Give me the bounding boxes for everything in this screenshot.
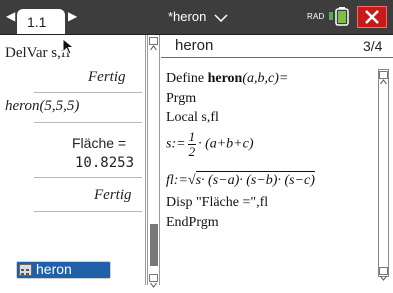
program-button[interactable]: heron xyxy=(16,261,111,279)
document-title[interactable]: *heron xyxy=(168,9,228,24)
chevron-down-icon xyxy=(214,14,228,22)
angle-mode-label: RAD xyxy=(307,12,325,21)
scroll-up-icon[interactable] xyxy=(379,71,388,85)
history-input: DelVar s,fl xyxy=(5,45,70,61)
code-line-define[interactable]: Define heron(a,b,c)= xyxy=(166,71,288,87)
code-line-s-assign[interactable]: s:= 1 2 · (a+b+c) xyxy=(166,130,254,159)
sqrt-icon: √ xyxy=(187,173,196,188)
close-button[interactable] xyxy=(357,6,387,28)
history-divider xyxy=(34,177,142,178)
cursor-icon xyxy=(62,38,75,55)
tab-left-arrow-icon[interactable]: ◀ xyxy=(6,10,15,22)
history-output: 10.8253 xyxy=(75,155,135,171)
scroll-down-icon[interactable] xyxy=(149,274,158,288)
editor-header: heron 3/4 xyxy=(161,35,393,58)
define-name: heron xyxy=(207,71,243,86)
code-line-endprgm[interactable]: EndPrgm xyxy=(166,215,219,231)
calculator-scrollbar[interactable] xyxy=(147,35,160,288)
close-icon xyxy=(365,10,379,24)
document-title-text: *heron xyxy=(168,9,207,24)
history-divider xyxy=(34,122,142,123)
history-input: heron(5,5,5) xyxy=(5,98,80,114)
tab-right-arrow-icon[interactable]: ▶ xyxy=(68,10,77,22)
program-name: heron xyxy=(175,37,214,54)
program-button-label: heron xyxy=(36,261,72,277)
battery-icon xyxy=(329,7,349,26)
top-bar: ◀ 1.1 ▶ *heron RAD xyxy=(0,0,393,35)
line-count: 3/4 xyxy=(363,38,383,54)
calculator-history[interactable]: DelVar s,fl Fertig heron(5,5,5) Fläche =… xyxy=(0,35,146,285)
scroll-down-icon[interactable] xyxy=(379,267,388,281)
scroll-up-icon[interactable] xyxy=(149,37,158,51)
history-divider xyxy=(34,211,142,212)
tab-page[interactable]: 1.1 xyxy=(17,9,65,34)
program-editor[interactable]: heron 3/4 Define heron(a,b,c)= Prgm Loca… xyxy=(161,35,393,285)
fraction: 12 xyxy=(187,129,197,159)
history-output: Fläche = xyxy=(72,135,127,151)
code-line-prgm[interactable]: Prgm xyxy=(166,91,196,107)
code-line-local[interactable]: Local s,fl xyxy=(166,110,219,126)
history-result: Fertig xyxy=(94,187,132,203)
code-line-fl-assign[interactable]: fl:=√s· (s−a)· (s−b)· (s−c) xyxy=(166,171,315,189)
history-divider xyxy=(34,92,142,93)
history-result: Fertig xyxy=(88,69,126,85)
editor-scrollbar[interactable] xyxy=(378,69,389,281)
code-line-disp[interactable]: Disp "Fläche =",fl xyxy=(166,195,268,211)
scroll-thumb[interactable] xyxy=(150,224,158,266)
program-icon xyxy=(19,264,32,276)
tab-label: 1.1 xyxy=(27,14,47,30)
